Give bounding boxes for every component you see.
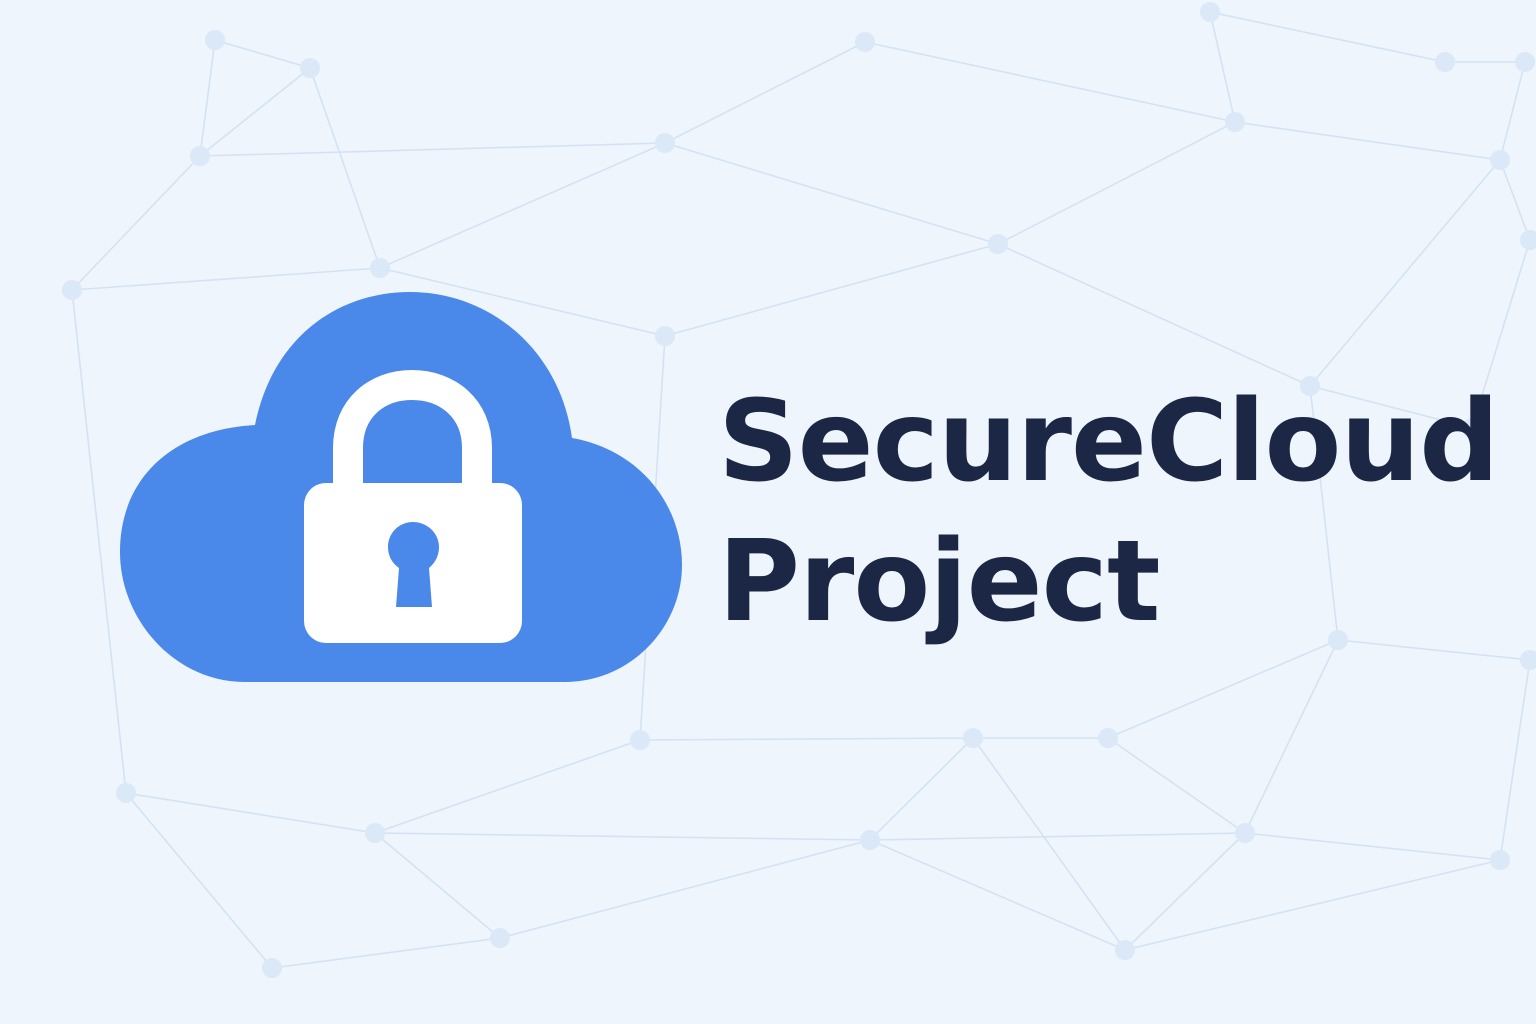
network-line (997, 243, 1311, 387)
brand-title-line-1: SecureCloud (718, 377, 1499, 507)
network-node (1515, 52, 1535, 72)
network-line (997, 121, 1236, 245)
network-node (190, 146, 210, 166)
cloud-lock-icon (120, 292, 682, 682)
network-node (1200, 2, 1220, 22)
network-node (860, 830, 880, 850)
network-node (1435, 52, 1455, 72)
network-line (1209, 11, 1446, 63)
network-node (1520, 650, 1536, 670)
network-line (869, 737, 974, 841)
network-node (490, 928, 510, 948)
brand-title-line-2: Project (718, 517, 1161, 647)
network-line (869, 839, 1126, 951)
network-line (972, 737, 1126, 951)
network-node (262, 958, 282, 978)
network-line (1124, 832, 1246, 951)
network-line (639, 737, 974, 741)
network-line (664, 142, 999, 245)
network-line (1107, 737, 1246, 834)
network-node (1235, 823, 1255, 843)
network-node (963, 728, 983, 748)
network-node (988, 234, 1008, 254)
network-line (869, 832, 1246, 841)
network-line (1309, 159, 1501, 387)
network-line (309, 67, 381, 269)
network-node (1490, 150, 1510, 170)
network-line (125, 792, 273, 969)
network-line (1244, 639, 1339, 834)
network-node (1115, 940, 1135, 960)
network-node (62, 280, 82, 300)
network-node (370, 258, 390, 278)
network-line (71, 155, 201, 291)
network-line (374, 832, 871, 841)
network-node (116, 783, 136, 803)
network-line (199, 39, 216, 157)
network-line (374, 739, 641, 834)
network-node (655, 133, 675, 153)
network-line (1107, 639, 1339, 739)
network-node (1490, 850, 1510, 870)
network-line (1209, 11, 1236, 123)
network-line (271, 937, 501, 969)
network-line (1244, 832, 1501, 861)
network-line (499, 839, 871, 939)
network-line (1499, 159, 1531, 241)
network-line (199, 67, 311, 157)
network-line (1234, 121, 1501, 161)
network-node (365, 823, 385, 843)
network-node (1520, 230, 1536, 250)
network-node (1098, 728, 1118, 748)
network-node (630, 730, 650, 750)
network-line (1124, 859, 1501, 951)
network-line (125, 792, 376, 834)
network-node (300, 58, 320, 78)
network-line (199, 142, 666, 157)
network-line (1499, 659, 1531, 861)
network-line (214, 39, 311, 69)
network-line (864, 41, 1236, 123)
brand-title: SecureCloud Project (718, 372, 1499, 652)
network-line (664, 243, 999, 337)
network-node (205, 30, 225, 50)
network-line (379, 142, 666, 269)
network-node (1225, 112, 1245, 132)
network-line (374, 832, 501, 939)
network-line (1499, 61, 1526, 161)
network-node (855, 32, 875, 52)
network-line (664, 41, 866, 144)
